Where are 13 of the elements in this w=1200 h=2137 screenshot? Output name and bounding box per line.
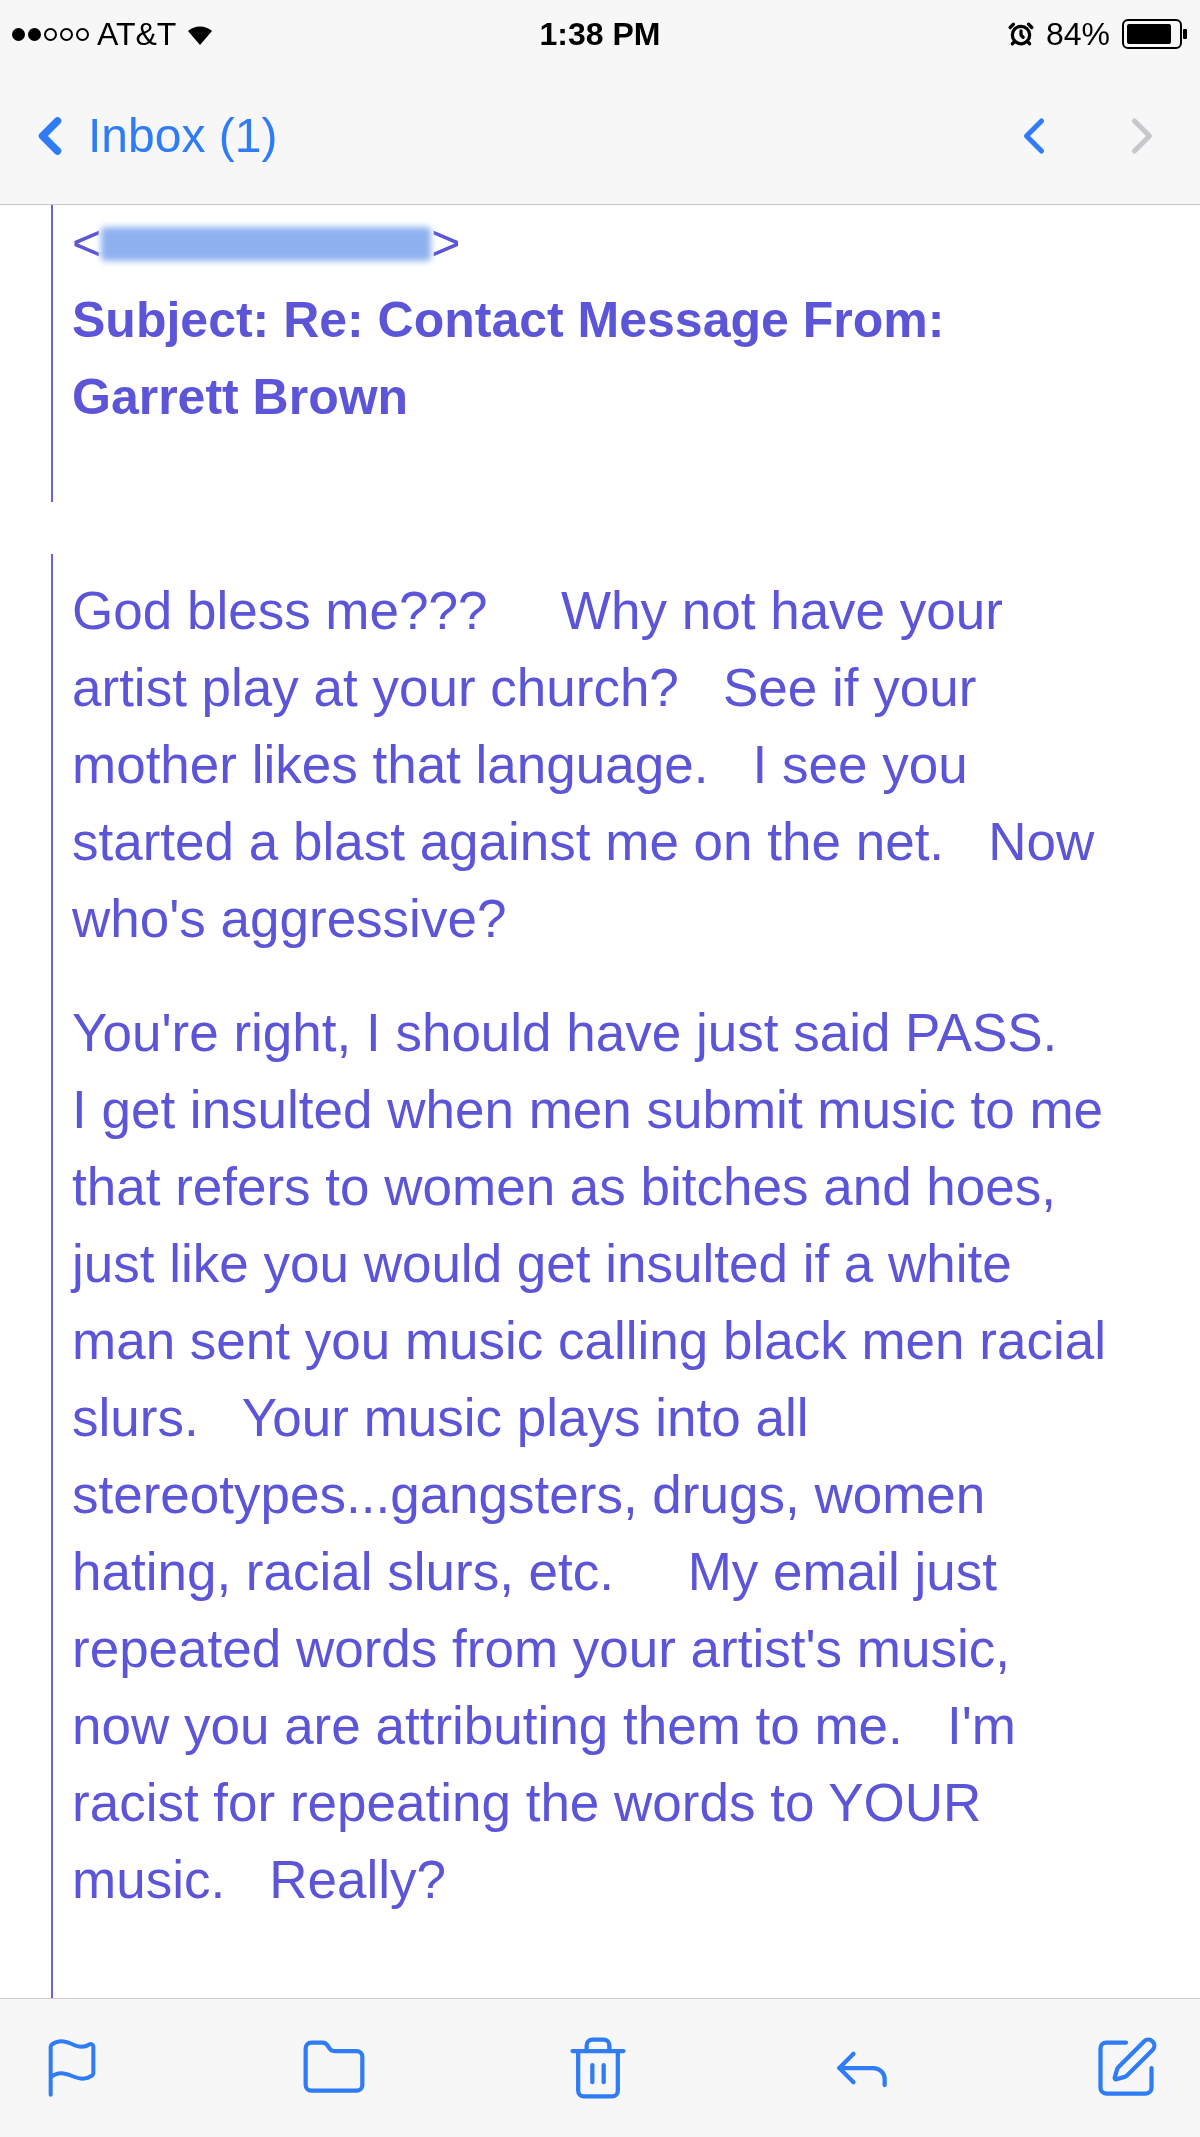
- address-bracket: <: [72, 214, 102, 273]
- alarm-icon: [1007, 21, 1034, 47]
- signal-icon: [12, 27, 89, 41]
- message-paragraph: You're right, I should have just said PASS. I get insulted when men submit music to me that refers to women as bitches and hoes, just like you would get insulted if a white man sent you music calling black men racial slurs. Your music plays into all stereotypes...gangsters, drugs, women hating, racial slurs, etc. My email just repeated words from your artist's music, now you are attributing them to me. I'm racist for repeating the words to YOUR music. Really?: [72, 1002, 1107, 1911]
- battery-icon: [1122, 19, 1188, 49]
- battery-percent: 84%: [1045, 15, 1110, 54]
- subject-line: Garrett Brown: [72, 368, 410, 427]
- address-bracket: >: [431, 214, 461, 273]
- back-button[interactable]: Inbox (1): [20, 100, 278, 172]
- status-time: 1:38 PM: [539, 15, 661, 54]
- message-paragraph: God bless me??? Why not have your artist play at your church? See if your mother likes that language. I see you started a blast against me on the net. Now who's aggressive?: [72, 580, 1096, 950]
- subject-line: Subject: Re: Contact Message From:: [72, 291, 946, 350]
- carrier-name: AT&T: [97, 15, 177, 54]
